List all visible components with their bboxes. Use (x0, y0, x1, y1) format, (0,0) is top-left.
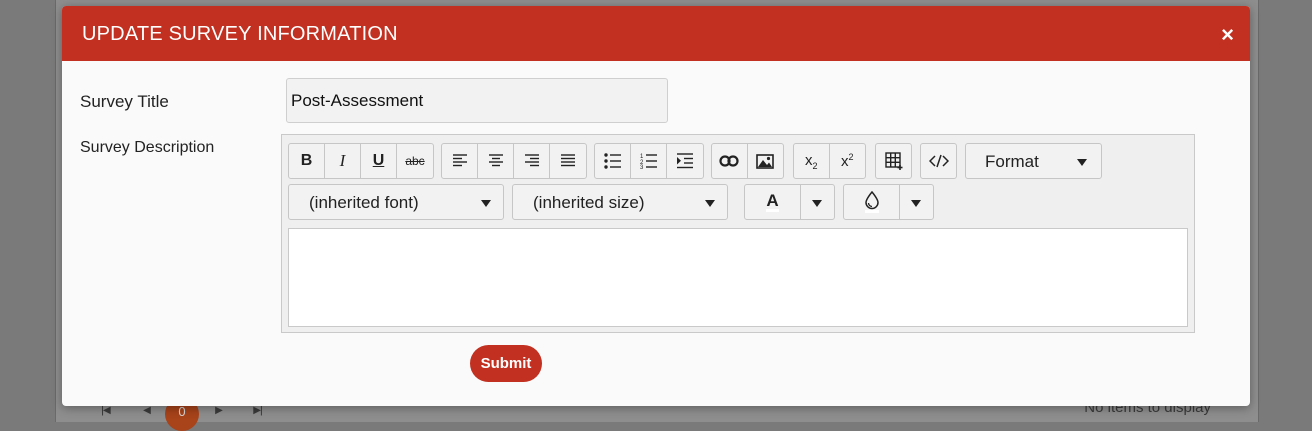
text-color-button[interactable]: A (745, 185, 801, 219)
bulleted-list-icon (603, 153, 621, 169)
bold-icon: B (300, 152, 313, 169)
code-group (920, 143, 957, 179)
chevron-down-icon (1077, 159, 1087, 166)
align-right-button[interactable] (514, 144, 550, 178)
description-editor-area[interactable] (288, 228, 1188, 327)
align-justify-icon (561, 154, 575, 167)
alignment-group (441, 143, 587, 179)
background-color-button[interactable] (844, 185, 900, 219)
list-group: 123 (594, 143, 704, 179)
strikethrough-button[interactable]: abc (397, 144, 433, 178)
numbered-list-icon: 123 (640, 154, 657, 169)
font-family-value: (inherited font) (309, 193, 419, 212)
numbered-list-button[interactable]: 123 (631, 144, 667, 178)
underline-button[interactable]: U (361, 144, 397, 178)
update-survey-modal: UPDATE SURVEY INFORMATION × Survey Title… (62, 6, 1250, 406)
align-center-icon (488, 154, 503, 167)
link-icon (719, 155, 739, 167)
align-left-button[interactable] (442, 144, 478, 178)
chevron-down-icon (911, 200, 921, 207)
image-icon (756, 153, 775, 169)
background-color-control (843, 184, 934, 220)
modal-title: UPDATE SURVEY INFORMATION (82, 23, 398, 45)
background-color-dropdown-button[interactable] (899, 185, 933, 219)
text-color-control: A (744, 184, 835, 220)
script-group: x2 x2 (793, 143, 866, 179)
superscript-button[interactable]: x2 (830, 144, 866, 178)
italic-icon: I (339, 151, 346, 170)
format-dropdown[interactable]: Format (965, 143, 1102, 179)
svg-text:3: 3 (640, 165, 644, 169)
underline-icon: U (372, 152, 385, 169)
bulleted-list-button[interactable] (595, 144, 631, 178)
table-icon (884, 152, 902, 170)
italic-button[interactable]: I (325, 144, 361, 178)
link-button[interactable] (712, 144, 748, 178)
format-label: Format (985, 152, 1039, 171)
image-button[interactable] (748, 144, 784, 178)
text-style-group: B I U abc (288, 143, 434, 179)
modal-header: UPDATE SURVEY INFORMATION × (62, 6, 1250, 61)
superscript-icon: x2 (840, 152, 854, 170)
indent-button[interactable] (667, 144, 703, 178)
indent-icon (677, 153, 693, 169)
close-icon[interactable]: × (1221, 24, 1234, 46)
code-view-button[interactable] (921, 144, 956, 178)
align-right-icon (524, 154, 539, 167)
survey-title-label: Survey Title (80, 92, 169, 111)
background-color-icon (864, 191, 879, 213)
align-left-icon (452, 154, 467, 167)
table-group (875, 143, 912, 179)
font-family-dropdown[interactable]: (inherited font) (288, 184, 504, 220)
table-button[interactable] (876, 144, 911, 178)
subscript-button[interactable]: x2 (794, 144, 830, 178)
survey-title-input[interactable] (286, 78, 668, 123)
code-view-icon (928, 154, 949, 168)
font-size-dropdown[interactable]: (inherited size) (512, 184, 728, 220)
rich-text-editor: B I U abc 1 2 3 x2 x2 Format (inherited … (281, 134, 1195, 333)
survey-description-label: Survey Description (80, 139, 215, 156)
font-size-value: (inherited size) (533, 193, 645, 212)
subscript-icon: x2 (804, 151, 818, 171)
align-center-button[interactable] (478, 144, 514, 178)
chevron-down-icon (705, 200, 715, 207)
submit-button[interactable]: Submit (470, 345, 542, 382)
text-color-icon: A (766, 191, 779, 212)
chevron-down-icon (812, 200, 822, 207)
strikethrough-icon: abc (405, 154, 425, 168)
text-color-dropdown-button[interactable] (800, 185, 834, 219)
insert-group (711, 143, 784, 179)
chevron-down-icon (481, 200, 491, 207)
align-justify-button[interactable] (550, 144, 586, 178)
bold-button[interactable]: B (289, 144, 325, 178)
